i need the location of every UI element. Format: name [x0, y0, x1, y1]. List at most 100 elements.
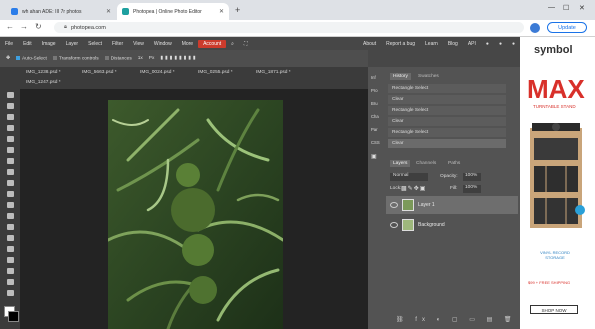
shape-tool-icon[interactable] — [7, 268, 14, 274]
minimize-icon[interactable]: — — [548, 4, 555, 11]
auto-select-checkbox[interactable]: Auto-Select — [16, 55, 47, 61]
menu-window[interactable]: Window — [149, 41, 177, 47]
blend-mode-select[interactable]: Normal — [390, 173, 428, 181]
close-tab-icon[interactable]: ✕ — [106, 8, 111, 15]
fill-tool-icon[interactable] — [7, 202, 14, 208]
distances-checkbox[interactable]: Distances — [104, 55, 132, 61]
info-panel-button[interactable]: Inf — [371, 75, 376, 80]
menu-image[interactable]: Image — [37, 41, 61, 47]
css-panel-button[interactable]: CSS — [371, 140, 380, 145]
properties-panel-button[interactable]: Pro — [371, 88, 378, 93]
lock-icons[interactable]: ▩✎✥▣ — [401, 185, 426, 192]
history-item[interactable]: Clear — [388, 95, 506, 104]
fullscreen-icon[interactable]: ⛶ — [239, 41, 253, 47]
eyedropper-icon[interactable] — [7, 147, 14, 153]
ad-product-image — [530, 123, 585, 228]
channels-tab[interactable]: Channels — [414, 160, 438, 167]
menu-layer[interactable]: Layer — [61, 41, 84, 47]
close-tab-icon[interactable]: ✕ — [219, 8, 224, 15]
doc-tab[interactable]: IMG_0024.psd * — [140, 70, 175, 75]
spot-heal-icon[interactable] — [7, 158, 14, 164]
layer-row[interactable]: Background — [386, 216, 518, 234]
crop-tool-icon[interactable] — [7, 136, 14, 142]
canvas-image[interactable] — [108, 100, 283, 329]
zoom-tool-icon[interactable] — [7, 290, 14, 296]
menu-blog[interactable]: Blog — [443, 41, 463, 47]
layer-row[interactable]: Layer 1 — [386, 196, 518, 214]
back-icon[interactable]: ← — [6, 22, 14, 31]
menu-bar: File Edit Image Layer Select Filter View… — [0, 37, 520, 50]
maximize-icon[interactable]: ☐ — [563, 4, 569, 12]
new-tab-button[interactable]: + — [235, 5, 240, 15]
ad-cta-button[interactable]: SHOP NOW — [530, 305, 578, 314]
ad-brand: symbol — [534, 44, 573, 56]
close-window-icon[interactable]: ✕ — [579, 4, 585, 12]
doc-tab[interactable]: IMG_1247.psd * — [26, 80, 61, 85]
fill-input[interactable]: 100% — [463, 185, 481, 193]
menu-learn[interactable]: Learn — [420, 41, 443, 47]
brush-tool-icon[interactable] — [7, 169, 14, 175]
update-button[interactable]: Update — [547, 22, 587, 33]
dodge-tool-icon[interactable] — [7, 224, 14, 230]
paths-tab[interactable]: Paths — [446, 160, 462, 167]
layer-actions-bar[interactable]: ⛓ fx ◐ ▢ ▭ ▤ 🗑︎ — [386, 316, 518, 326]
reddit-icon[interactable]: ● — [481, 41, 494, 47]
layer-thumbnail — [402, 199, 414, 211]
layer-thumbnail — [402, 219, 414, 231]
forward-icon[interactable]: → — [20, 22, 28, 31]
menu-select[interactable]: Select — [83, 41, 107, 47]
menu-more[interactable]: More — [177, 41, 198, 47]
eraser-icon[interactable] — [7, 191, 14, 197]
lasso-tool-icon[interactable] — [7, 114, 14, 120]
align-icons[interactable]: ▮▮▮▮▮▮▮▮ — [160, 56, 197, 61]
menu-edit[interactable]: Edit — [18, 41, 37, 47]
swatches-tab[interactable]: Swatches — [416, 73, 441, 80]
move-tool-icon[interactable] — [7, 92, 14, 98]
pen-tool-icon[interactable] — [7, 235, 14, 241]
avatar[interactable] — [530, 23, 540, 33]
history-item-current[interactable]: Clear — [388, 139, 506, 148]
menu-view[interactable]: View — [128, 41, 149, 47]
magic-wand-icon[interactable] — [7, 125, 14, 131]
menu-filter[interactable]: Filter — [107, 41, 128, 47]
menu-report-bug[interactable]: Report a bug — [381, 41, 420, 47]
browser-tab-label: Photopea | Online Photo Editor — [133, 8, 202, 15]
facebook-icon[interactable]: ● — [507, 41, 520, 47]
background-color-swatch[interactable] — [8, 311, 19, 322]
menu-about[interactable]: About — [358, 41, 381, 47]
path-select-icon[interactable] — [7, 257, 14, 263]
url-field[interactable]: 🔒︎ photopea.com — [54, 22, 524, 33]
clone-stamp-icon[interactable] — [7, 180, 14, 186]
doc-tab[interactable]: IMG_1238.psd * — [26, 70, 61, 75]
character-panel-button[interactable]: Cha — [371, 114, 379, 119]
reload-icon[interactable]: ↻ — [35, 22, 42, 31]
browser-tab-1[interactable]: wh ahan ADE: III 7r photos ✕ — [6, 3, 116, 20]
browser-tab-2[interactable]: Photopea | Online Photo Editor ✕ — [117, 3, 229, 20]
account-button[interactable]: Account — [198, 39, 227, 48]
history-item[interactable]: Rectangle Select — [388, 128, 506, 137]
history-item[interactable]: Clear — [388, 117, 506, 126]
search-icon[interactable]: ⌕ — [226, 41, 239, 47]
doc-tab[interactable]: IMG_0255.psd * — [198, 70, 233, 75]
brush-panel-button[interactable]: Bru — [371, 101, 378, 106]
paragraph-panel-button[interactable]: Par — [371, 127, 378, 132]
opacity-input[interactable]: 100% — [463, 173, 481, 181]
type-tool-icon[interactable] — [7, 246, 14, 252]
marquee-tool-icon[interactable] — [7, 103, 14, 109]
eye-icon[interactable] — [390, 202, 398, 208]
px-readout: Px — [148, 56, 155, 61]
history-item[interactable]: Rectangle Select — [388, 106, 506, 115]
image-panel-icon[interactable]: ▣ — [371, 153, 377, 160]
hand-tool-icon[interactable] — [7, 279, 14, 285]
history-tab[interactable]: History — [390, 73, 411, 80]
menu-file[interactable]: File — [0, 41, 18, 47]
history-item[interactable]: Rectangle Select — [388, 84, 506, 93]
twitter-icon[interactable]: ● — [494, 41, 507, 47]
blur-tool-icon[interactable] — [7, 213, 14, 219]
layers-tab[interactable]: Layers — [390, 160, 411, 167]
transform-controls-checkbox[interactable]: Transform controls — [52, 55, 99, 61]
doc-tab[interactable]: IMG_1871.psd * — [256, 70, 291, 75]
menu-api[interactable]: API — [463, 41, 481, 47]
doc-tab[interactable]: IMG_5663.psd * — [82, 70, 117, 75]
eye-icon[interactable] — [390, 222, 398, 228]
